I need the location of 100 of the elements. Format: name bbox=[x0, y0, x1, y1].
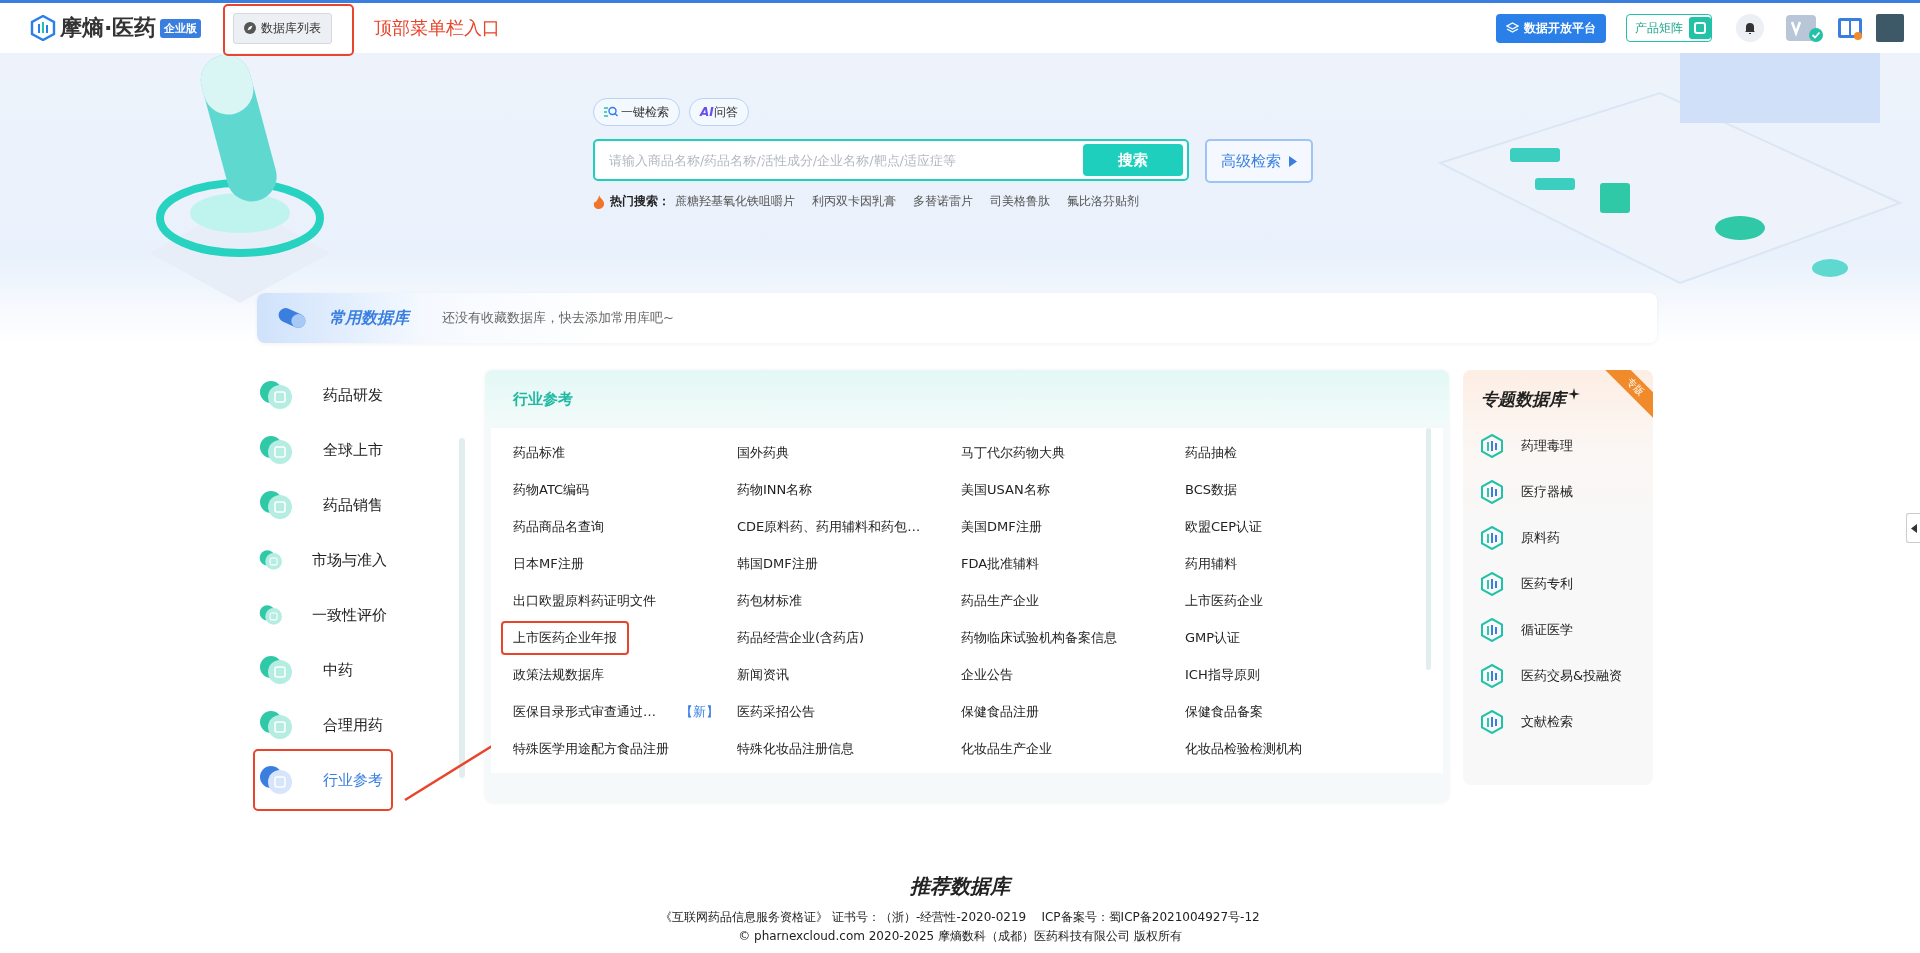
database-link[interactable]: 药品生产企业 bbox=[949, 583, 1051, 618]
bell-icon bbox=[1743, 21, 1757, 35]
database-link[interactable]: 新闻资讯 bbox=[725, 657, 801, 692]
advanced-search-button[interactable]: 高级检索 bbox=[1205, 139, 1313, 183]
database-link[interactable]: 保健食品注册 bbox=[949, 694, 1051, 729]
database-link[interactable]: 美国USAN名称 bbox=[949, 472, 1062, 507]
database-link[interactable]: 上市医药企业年报 bbox=[501, 620, 629, 655]
database-link[interactable]: CDE原料药、药用辅料和药包… bbox=[725, 509, 933, 544]
database-link[interactable]: 韩国DMF注册 bbox=[725, 546, 830, 581]
database-link[interactable]: 马丁代尔药物大典 bbox=[949, 435, 1077, 470]
database-link[interactable]: 医保目录形式审查通过… bbox=[501, 694, 668, 729]
database-link[interactable]: 药品抽检 bbox=[1173, 435, 1249, 470]
compass-icon bbox=[244, 22, 257, 34]
notification-button[interactable] bbox=[1736, 14, 1764, 42]
database-link[interactable]: 化妆品生产企业 bbox=[949, 731, 1064, 766]
edition-badge: 企业版 bbox=[160, 18, 202, 38]
matrix-icon bbox=[1689, 17, 1711, 39]
hot-search-link[interactable]: 多替诺雷片 bbox=[913, 193, 973, 210]
flame-icon bbox=[593, 194, 605, 209]
database-hexagon-icon bbox=[1481, 664, 1503, 688]
database-hexagon-icon bbox=[1481, 434, 1503, 458]
collapse-tab[interactable] bbox=[1906, 513, 1920, 543]
hot-search-link[interactable]: 蔗糖羟基氧化铁咀嚼片 bbox=[675, 193, 795, 210]
category-icon bbox=[259, 709, 295, 741]
database-link[interactable]: 药品经营企业(含药店) bbox=[725, 620, 877, 655]
database-list-button[interactable]: 数据库列表 bbox=[233, 12, 333, 44]
database-link[interactable]: 美国DMF注册 bbox=[949, 509, 1054, 544]
database-link[interactable]: 特殊化妆品注册信息 bbox=[725, 731, 866, 766]
database-link[interactable]: 日本MF注册 bbox=[501, 546, 596, 581]
database-link[interactable]: 药品商品名查询 bbox=[501, 509, 616, 544]
ai-qa-button[interactable]: AI问答 bbox=[689, 98, 749, 126]
hot-search-link[interactable]: 司美格鲁肽 bbox=[990, 193, 1050, 210]
hot-search-link[interactable]: 氟比洛芬贴剂 bbox=[1067, 193, 1139, 210]
database-link[interactable]: 出口欧盟原料药证明文件 bbox=[501, 583, 668, 618]
panel-title: 专题数据库 bbox=[1481, 388, 1566, 411]
database-hexagon-icon bbox=[1481, 526, 1503, 550]
category-item[interactable]: 一致性评价 bbox=[253, 592, 393, 638]
database-link[interactable]: 保健食品备案 bbox=[1173, 694, 1275, 729]
category-item[interactable]: 行业参考 bbox=[253, 757, 393, 803]
database-link[interactable]: 药包材标准 bbox=[725, 583, 814, 618]
database-link[interactable]: 药物临床试验机构备案信息 bbox=[949, 620, 1129, 655]
scrollbar[interactable] bbox=[1426, 428, 1431, 670]
section-title: 推荐数据库 bbox=[0, 873, 1920, 900]
database-link[interactable]: 国外药典 bbox=[725, 435, 801, 470]
triangle-left-icon bbox=[1910, 523, 1917, 533]
special-database-item[interactable]: 循证医学 bbox=[1481, 607, 1573, 653]
hot-search-label: 热门搜索： bbox=[610, 193, 670, 210]
footer-text: © pharnexcloud.com 2020-2025 摩熵数科（成都）医药科技有限公司 版权所有 bbox=[737, 928, 1183, 945]
footer-text: 《互联网药品信息服务资格证》 证书号：（浙）-经营性-2020-0219 ICP备案号：蜀ICP备2021004927号-12 bbox=[659, 909, 1261, 926]
annotation-label: 顶部菜单栏入口 bbox=[374, 16, 501, 40]
open-platform-button[interactable]: 数据开放平台 bbox=[1496, 13, 1606, 43]
database-hexagon-icon bbox=[1481, 480, 1503, 504]
category-icon bbox=[259, 489, 295, 521]
category-icon bbox=[259, 379, 295, 411]
logo-text: 摩熵·医药 bbox=[60, 14, 157, 42]
new-label: 【新】 bbox=[680, 702, 719, 721]
database-hexagon-icon bbox=[1481, 572, 1503, 596]
category-item[interactable]: 市场与准入 bbox=[253, 537, 393, 583]
database-link[interactable]: 上市医药企业 bbox=[1173, 583, 1275, 618]
database-link[interactable]: 药用辅料 bbox=[1173, 546, 1249, 581]
database-link[interactable]: 药物INN名称 bbox=[725, 472, 825, 507]
category-icon bbox=[259, 764, 295, 796]
category-icon bbox=[259, 434, 295, 466]
category-item[interactable]: 药品研发 bbox=[253, 372, 393, 418]
database-link[interactable]: 企业公告 bbox=[949, 657, 1025, 692]
database-link[interactable]: 政策法规数据库 bbox=[501, 657, 616, 692]
special-database-item[interactable]: 医药交易&投融资 bbox=[1481, 653, 1623, 699]
database-link[interactable]: ICH指导原则 bbox=[1173, 657, 1272, 692]
favorites-empty-message: 还没有收藏数据库，快去添加常用库吧~ bbox=[442, 309, 674, 327]
triangle-right-icon bbox=[1289, 155, 1297, 167]
database-link[interactable]: 医药采招公告 bbox=[725, 694, 827, 729]
quick-search-button[interactable]: 一键检索 bbox=[593, 98, 680, 126]
category-icon bbox=[259, 654, 295, 686]
special-database-item[interactable]: 文献检索 bbox=[1481, 699, 1573, 745]
sparkle-icon bbox=[1568, 388, 1580, 400]
database-link[interactable]: FDA批准辅料 bbox=[949, 546, 1052, 581]
search-list-icon bbox=[604, 106, 618, 118]
hot-search-link[interactable]: 利丙双卡因乳膏 bbox=[812, 193, 896, 210]
category-item[interactable]: 全球上市 bbox=[253, 427, 393, 473]
database-link[interactable]: 药物ATC编码 bbox=[501, 472, 602, 507]
special-database-item[interactable]: 药理毒理 bbox=[1481, 423, 1573, 469]
scrollbar[interactable] bbox=[459, 438, 465, 778]
favorites-title: 常用数据库 bbox=[329, 307, 409, 329]
vip-badge-icon[interactable] bbox=[1786, 13, 1824, 43]
database-link[interactable]: GMP认证 bbox=[1173, 620, 1253, 655]
panel-title: 行业参考 bbox=[513, 389, 573, 409]
database-link[interactable]: 化妆品检验检测机构 bbox=[1173, 731, 1314, 766]
special-database-item[interactable]: 原料药 bbox=[1481, 515, 1560, 561]
database-hexagon-icon bbox=[1481, 710, 1503, 734]
category-item[interactable]: 中药 bbox=[253, 647, 393, 693]
category-item[interactable]: 药品销售 bbox=[253, 482, 393, 528]
database-link[interactable]: BCS数据 bbox=[1173, 472, 1250, 507]
layers-icon bbox=[1506, 21, 1519, 35]
database-link[interactable]: 特殊医学用途配方食品注册 bbox=[501, 731, 681, 766]
database-link[interactable]: 欧盟CEP认证 bbox=[1173, 509, 1275, 544]
category-item[interactable]: 合理用药 bbox=[253, 702, 393, 748]
database-hexagon-icon bbox=[1481, 618, 1503, 642]
special-database-item[interactable]: 医疗器械 bbox=[1481, 469, 1573, 515]
special-database-item[interactable]: 医药专利 bbox=[1481, 561, 1573, 607]
database-link[interactable]: 药品标准 bbox=[501, 435, 577, 470]
